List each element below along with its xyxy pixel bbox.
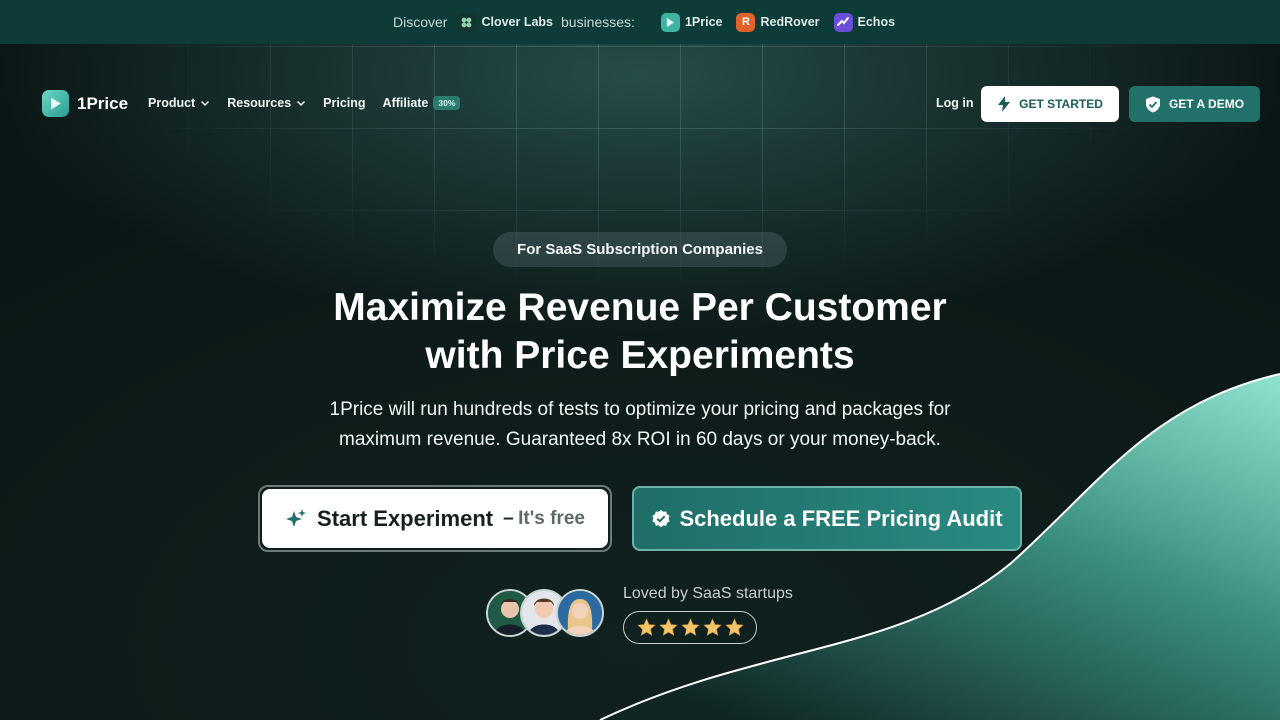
star-icon — [702, 618, 722, 636]
businesses-label: businesses: — [561, 14, 635, 30]
logo-text: 1Price — [77, 93, 129, 113]
hero-title: Maximize Revenue Per Customer with Price… — [240, 284, 1040, 380]
nav-resources[interactable]: Resources — [227, 96, 306, 110]
nav-affiliate-label: Affiliate — [382, 96, 429, 110]
schedule-audit-button[interactable]: Schedule a FREE Pricing Audit — [632, 486, 1022, 551]
chevron-down-icon — [201, 100, 210, 107]
star-icon — [658, 618, 678, 636]
get-started-button[interactable]: GET STARTED — [981, 86, 1119, 122]
lightning-icon — [998, 96, 1011, 112]
redrover-logo-icon: R — [736, 12, 756, 32]
top-announcement-bar: Discover Clover Labs businesses: 1Price … — [0, 0, 1280, 44]
audience-pill: For SaaS Subscription Companies — [493, 232, 787, 267]
login-link[interactable]: Log in — [936, 96, 974, 110]
start-experiment-button[interactable]: Start Experiment – It's free — [262, 489, 608, 548]
echos-logo-icon — [833, 12, 853, 32]
get-demo-button[interactable]: GET A DEMO — [1129, 86, 1260, 122]
site-logo[interactable]: 1Price — [42, 90, 128, 117]
hero-subtitle-line1: 1Price will run hundreds of tests to opt… — [329, 399, 951, 420]
clover-labs-label: Clover Labs — [481, 15, 553, 29]
start-experiment-button-frame: Start Experiment – It's free — [258, 485, 612, 552]
nav-pricing[interactable]: Pricing — [323, 96, 365, 110]
brand-link-1price[interactable]: 1Price — [660, 12, 723, 32]
check-badge-icon — [652, 509, 671, 527]
nav-affiliate[interactable]: Affiliate 30% — [383, 96, 461, 110]
affiliate-badge: 30% — [433, 96, 461, 110]
shield-check-icon — [1145, 96, 1160, 112]
nav-pricing-label: Pricing — [323, 96, 366, 110]
cta-dash: – — [503, 507, 514, 529]
nav-product[interactable]: Product — [148, 96, 210, 110]
get-started-label: GET STARTED — [1019, 97, 1103, 111]
get-demo-label: GET A DEMO — [1168, 97, 1245, 111]
star-icon — [680, 618, 700, 636]
sparkles-icon — [286, 508, 307, 527]
hero-subtitle-line2: maximum revenue. Guaranteed 8x ROI in 60… — [339, 429, 941, 450]
star-icon — [636, 618, 656, 636]
loved-by-text: Loved by SaaS startups — [623, 585, 793, 602]
rating-stars — [623, 611, 757, 644]
discover-label: Discover — [392, 14, 448, 30]
chevron-down-icon — [297, 100, 306, 107]
1price-logo-icon — [660, 12, 680, 32]
its-free-label: It's free — [518, 507, 585, 529]
clover-icon — [457, 12, 477, 32]
nav-resources-label: Resources — [227, 96, 292, 110]
brand-link-redrover[interactable]: R RedRover — [736, 12, 820, 32]
brand-link-echos[interactable]: Echos — [833, 12, 896, 32]
brand-name: Echos — [857, 15, 896, 29]
star-icon — [724, 618, 744, 636]
hero-title-line2: with Price Experiments — [425, 334, 855, 377]
brand-name: RedRover — [760, 15, 820, 29]
clover-labs-link[interactable]: Clover Labs — [457, 12, 553, 32]
main-nav: 1Price Product Resources Pricing Affilia… — [0, 86, 1280, 122]
brand-name: 1Price — [684, 15, 723, 29]
avatar — [556, 589, 604, 637]
nav-product-label: Product — [148, 96, 196, 110]
hero-subtitle: 1Price will run hundreds of tests to opt… — [290, 395, 990, 455]
customer-avatars — [486, 589, 606, 637]
schedule-audit-label: Schedule a FREE Pricing Audit — [679, 505, 1003, 531]
1price-logo-icon — [42, 90, 69, 117]
hero-title-line1: Maximize Revenue Per Customer — [333, 286, 947, 329]
start-experiment-label: Start Experiment — [317, 505, 494, 531]
